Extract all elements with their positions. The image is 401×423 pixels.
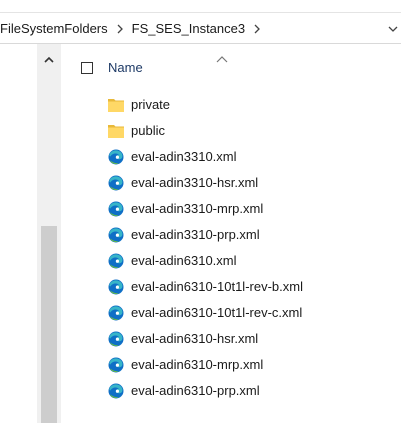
chevron-right-icon[interactable]	[251, 13, 263, 44]
file-name: eval-adin6310-prp.xml	[131, 383, 260, 398]
file-row[interactable]: eval-adin6310-10t1l-rev-b.xml	[61, 274, 401, 300]
edge-icon	[107, 304, 125, 322]
breadcrumb-item-filesystemfolders[interactable]: FileSystemFolders	[0, 13, 114, 44]
file-name: eval-adin6310-mrp.xml	[131, 357, 264, 372]
folder-icon	[107, 96, 125, 114]
file-name: eval-adin3310-prp.xml	[131, 227, 260, 242]
address-history-button[interactable]	[385, 13, 401, 44]
file-name: eval-adin6310.xml	[131, 253, 237, 268]
file-row[interactable]: eval-adin6310-prp.xml	[61, 378, 401, 404]
file-row[interactable]: eval-adin6310-10t1l-rev-c.xml	[61, 300, 401, 326]
chevron-right-icon[interactable]	[114, 13, 126, 44]
file-row[interactable]: eval-adin6310-mrp.xml	[61, 352, 401, 378]
file-name: eval-adin6310-10t1l-rev-b.xml	[131, 279, 303, 294]
file-name: eval-adin3310-hsr.xml	[131, 175, 259, 190]
column-header-row: Name	[61, 44, 401, 94]
address-bar[interactable]: FileSystemFolders FS_SES_Instance3	[0, 12, 401, 44]
folder-icon	[107, 122, 125, 140]
edge-icon	[107, 382, 125, 400]
edge-icon	[107, 330, 125, 348]
column-header-name[interactable]: Name	[108, 60, 143, 75]
edge-icon	[107, 252, 125, 270]
file-explorer-window: FileSystemFolders FS_SES_Instance3 Name …	[0, 0, 401, 423]
sort-ascending-icon	[216, 50, 228, 63]
edge-icon	[107, 200, 125, 218]
file-name: eval-adin3310.xml	[131, 149, 237, 164]
file-row[interactable]: eval-adin6310.xml	[61, 248, 401, 274]
file-list: Name private public eval-adin3310.xml eval-…	[61, 44, 401, 423]
scroll-up-button[interactable]	[37, 50, 61, 70]
breadcrumb: FileSystemFolders FS_SES_Instance3	[0, 13, 263, 44]
chevron-up-icon	[44, 51, 54, 69]
file-name: public	[131, 123, 165, 138]
file-row[interactable]: eval-adin3310.xml	[61, 144, 401, 170]
folder-row[interactable]: private	[61, 92, 401, 118]
file-row[interactable]: eval-adin6310-hsr.xml	[61, 326, 401, 352]
file-row[interactable]: eval-adin3310-prp.xml	[61, 222, 401, 248]
select-all-checkbox[interactable]	[81, 62, 93, 74]
file-name: private	[131, 97, 171, 112]
edge-icon	[107, 148, 125, 166]
file-name: eval-adin6310-10t1l-rev-c.xml	[131, 305, 303, 320]
breadcrumb-item-fs-ses-instance3[interactable]: FS_SES_Instance3	[126, 13, 251, 44]
file-row[interactable]: eval-adin3310-mrp.xml	[61, 196, 401, 222]
folder-row[interactable]: public	[61, 118, 401, 144]
chevron-down-icon	[388, 20, 398, 38]
edge-icon	[107, 356, 125, 374]
file-name: eval-adin6310-hsr.xml	[131, 331, 259, 346]
file-name: eval-adin3310-mrp.xml	[131, 201, 264, 216]
file-row[interactable]: eval-adin3310-hsr.xml	[61, 170, 401, 196]
file-rows: private public eval-adin3310.xml eval-adin3…	[61, 92, 401, 404]
navigation-scrollbar[interactable]	[37, 44, 61, 423]
edge-icon	[107, 226, 125, 244]
scrollbar-thumb[interactable]	[41, 226, 57, 423]
navigation-pane	[0, 44, 61, 423]
edge-icon	[107, 174, 125, 192]
edge-icon	[107, 278, 125, 296]
